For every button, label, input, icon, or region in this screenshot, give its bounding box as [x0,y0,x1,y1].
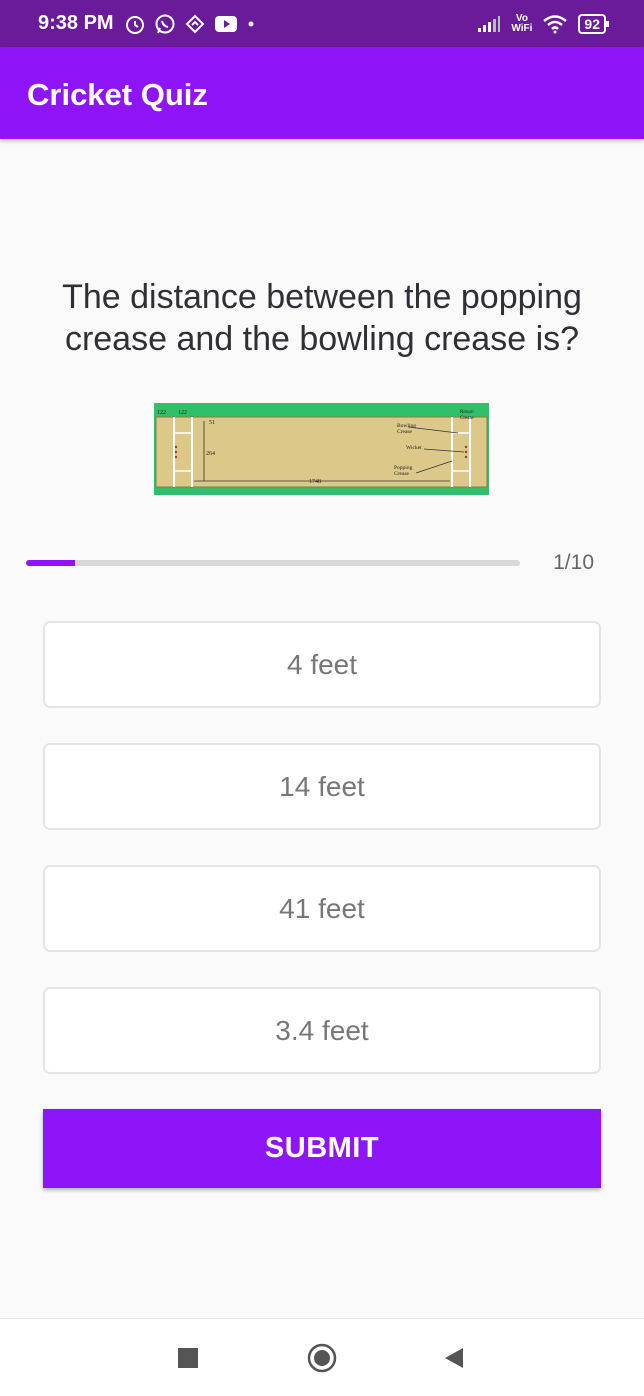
question-image: 122 122 51 264 1748 Bowling Crease Wicket… [154,403,489,495]
pitch-label-51: 51 [209,420,215,426]
submit-button[interactable]: SUBMIT [43,1109,601,1188]
app-bar: Cricket Quiz [0,47,644,139]
home-button[interactable] [292,1319,352,1396]
pitch-label-return-crease: Return Crease [460,410,474,421]
pitch-label-122a: 122 [157,410,166,416]
dot-icon [248,21,254,26]
app-title: Cricket Quiz [27,77,208,112]
option-label: 14 feet [279,770,365,802]
status-right: Vo WiFi 92 [477,12,609,34]
square-icon [178,1347,198,1368]
battery-level: 92 [584,15,600,32]
option-2[interactable]: 14 feet [43,743,601,830]
wifi-icon [543,14,568,33]
option-label: 3.4 feet [275,1014,369,1046]
quiz-progress-fill [26,560,76,566]
option-4[interactable]: 3.4 feet [43,987,601,1074]
system-nav-bar [0,1318,644,1396]
pitch-label-264: 264 [206,451,215,457]
battery-icon: 92 [578,13,609,34]
option-3[interactable]: 41 feet [43,865,601,952]
pitch-label-1748: 1748 [309,479,321,485]
question-text: The distance between the popping crease … [62,278,582,358]
back-button[interactable] [424,1319,484,1396]
option-label: 4 feet [286,648,358,680]
status-time: 9:38 PM [38,12,114,34]
back-triangle-icon [445,1347,463,1368]
option-label: 41 feet [279,892,365,924]
status-bar: 9:38 PM Vo WiFi 92 [0,0,644,47]
recents-button[interactable] [158,1319,218,1396]
notification-icons [124,13,256,35]
whatsapp-icon [155,14,175,33]
pitch-label-wicket: Wicket [406,445,422,451]
nav-app-icon [185,14,205,33]
circle-icon [307,1343,337,1372]
quiz-progress-bar [26,560,520,566]
status-left: 9:38 PM [38,12,256,35]
option-1[interactable]: 4 feet [43,621,601,708]
pitch-label-122b: 122 [178,410,187,416]
cricket-pitch-diagram: 122 122 51 264 1748 Bowling Crease Wicket… [154,403,489,495]
alarm-icon [125,15,144,34]
vowifi-label: Vo WiFi [511,12,533,34]
youtube-icon [214,15,237,32]
signal-icon [478,15,501,32]
quiz-progress-label: 1/10 [553,551,594,574]
